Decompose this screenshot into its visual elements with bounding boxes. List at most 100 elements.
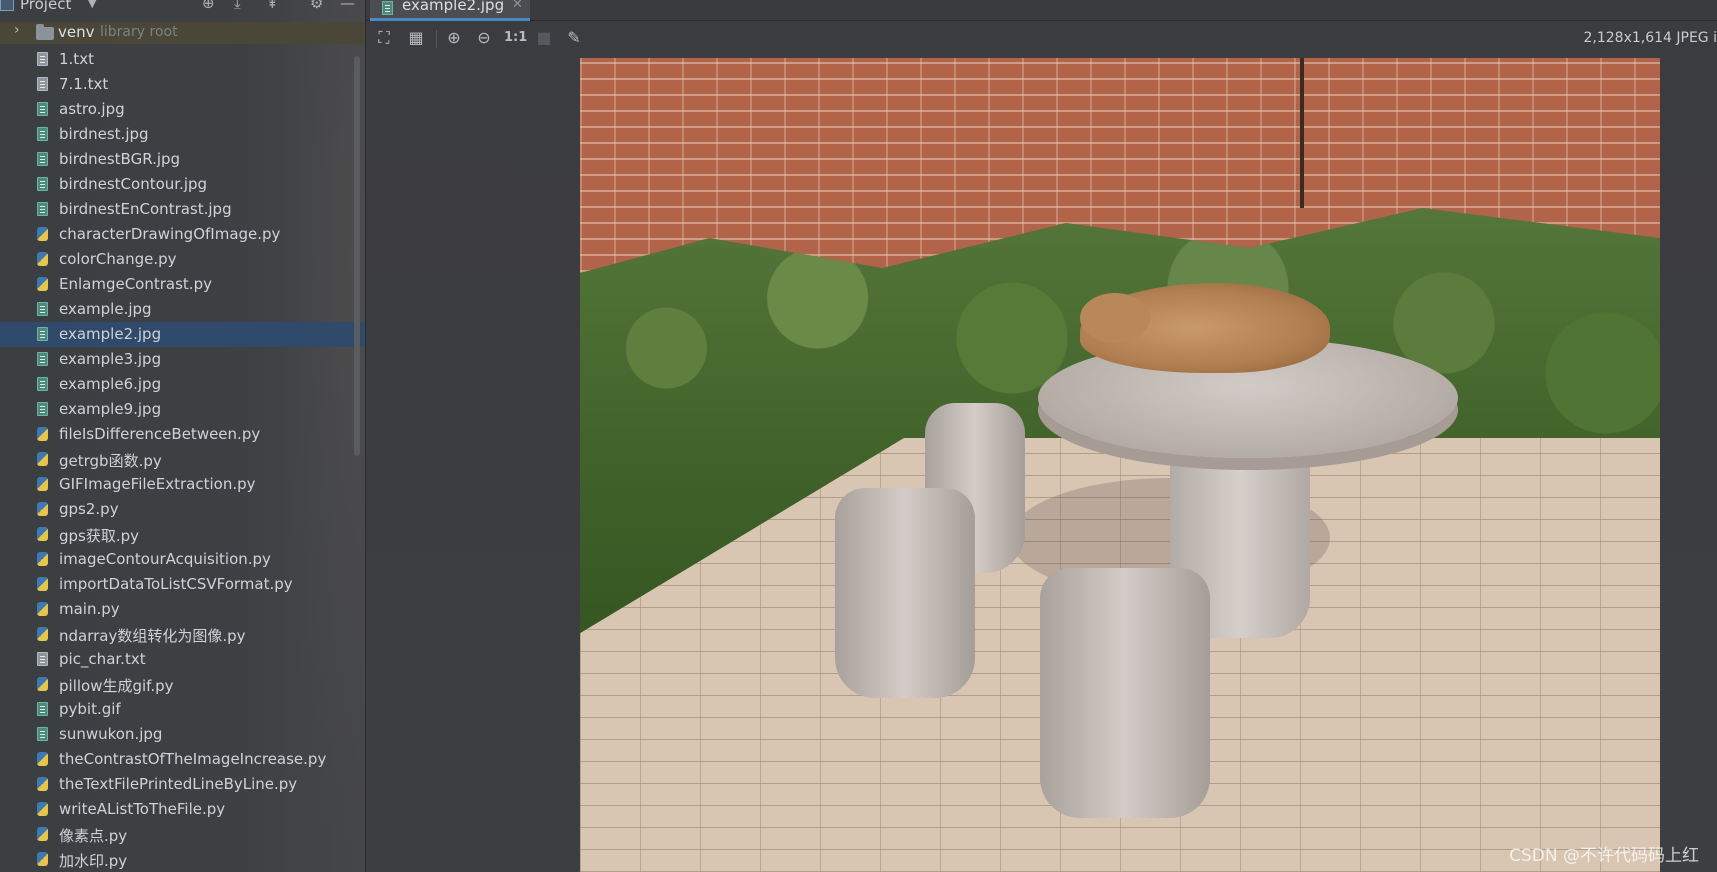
tree-item-file[interactable]: fileIsDifferenceBetween.py xyxy=(0,422,365,447)
image-file-icon xyxy=(37,377,48,391)
tree-item-file[interactable]: characterDrawingOfImage.py xyxy=(0,222,365,247)
file-name: 7.1.txt xyxy=(59,75,109,93)
tree-item-file[interactable]: 7.1.txt xyxy=(0,72,365,97)
tree-item-file[interactable]: main.py xyxy=(0,597,365,622)
file-name: ndarray数组转化为图像.py xyxy=(59,627,246,645)
tree-item-file[interactable]: pic_char.txt xyxy=(0,647,365,672)
locate-icon[interactable]: ⊕ xyxy=(202,0,215,12)
file-name: example2.jpg xyxy=(59,325,162,343)
file-name: importDataToListCSVFormat.py xyxy=(59,575,293,593)
stone-stool xyxy=(835,488,975,698)
image-editor: example2.jpg ✕ ⛶ ▦ ⊕ ⊖ 1:1 ■ ✎ 2,128x1,6… xyxy=(366,0,1717,872)
text-file-icon xyxy=(37,52,48,66)
zoom-out-icon[interactable]: ⊖ xyxy=(474,28,494,48)
tree-item-file[interactable]: colorChange.py xyxy=(0,247,365,272)
close-icon[interactable]: ✕ xyxy=(512,0,523,12)
tree-item-file[interactable]: birdnestContour.jpg xyxy=(0,172,365,197)
expand-all-icon[interactable]: ⤓ xyxy=(234,0,241,12)
image-info: 2,128x1,614 JPEG i xyxy=(1583,30,1717,46)
tree-item-file[interactable]: pillow生成gif.py xyxy=(0,672,365,697)
file-name: theContrastOfTheImageIncrease.py xyxy=(59,750,327,768)
python-file-icon xyxy=(37,852,48,866)
tree-item-file[interactable]: example2.jpg xyxy=(0,322,365,347)
python-file-icon xyxy=(37,552,48,566)
toolbar-separator xyxy=(436,30,437,48)
tree-item-file[interactable]: birdnest.jpg xyxy=(0,122,365,147)
file-name: gps2.py xyxy=(59,500,119,518)
chevron-right-icon[interactable]: › xyxy=(14,22,20,38)
tree-item-file[interactable]: birdnestEnContrast.jpg xyxy=(0,197,365,222)
tree-item-file[interactable]: getrgb函数.py xyxy=(0,447,365,472)
color-picker-icon[interactable]: ✎ xyxy=(564,28,584,48)
tree-item-file[interactable]: example.jpg xyxy=(0,297,365,322)
image-file-icon xyxy=(37,402,48,416)
image-file-icon xyxy=(382,1,393,15)
tree-item-file[interactable]: theContrastOfTheImageIncrease.py xyxy=(0,747,365,772)
tree-item-file[interactable]: 加水印.py xyxy=(0,847,365,872)
tab-bar: example2.jpg ✕ xyxy=(366,0,1717,21)
actual-size-button[interactable]: 1:1 xyxy=(504,28,527,48)
dog-head xyxy=(1080,293,1150,343)
file-name: GIFImageFileExtraction.py xyxy=(59,475,256,493)
project-icon xyxy=(0,0,14,11)
image-preview[interactable] xyxy=(580,58,1660,872)
file-name: pillow生成gif.py xyxy=(59,677,174,695)
tree-item-file[interactable]: imageContourAcquisition.py xyxy=(0,547,365,572)
gear-icon[interactable]: ⚙ xyxy=(310,0,323,12)
tab-example2[interactable]: example2.jpg ✕ xyxy=(370,0,530,21)
python-file-icon xyxy=(37,827,48,841)
tree-item-file[interactable]: astro.jpg xyxy=(0,97,365,122)
tree-item-file[interactable]: EnlamgeContrast.py xyxy=(0,272,365,297)
image-file-icon xyxy=(37,202,48,216)
file-name: theTextFilePrintedLineByLine.py xyxy=(59,775,298,793)
tree-item-file[interactable]: sunwukon.jpg xyxy=(0,722,365,747)
panel-scrollbar[interactable] xyxy=(354,56,360,456)
file-name: birdnestBGR.jpg xyxy=(59,150,181,168)
tree-item-file[interactable]: 像素点.py xyxy=(0,822,365,847)
python-file-icon xyxy=(37,577,48,591)
file-name: astro.jpg xyxy=(59,100,125,118)
tree-item-file[interactable]: example9.jpg xyxy=(0,397,365,422)
venv-label: venv xyxy=(58,23,95,41)
python-file-icon xyxy=(37,627,48,641)
project-title[interactable]: Project xyxy=(20,0,71,13)
tree-item-file[interactable]: ndarray数组转化为图像.py xyxy=(0,622,365,647)
python-file-icon xyxy=(37,477,48,491)
background-icon[interactable]: ■ xyxy=(534,28,554,48)
tree-item-file[interactable]: 1.txt xyxy=(0,47,365,72)
folder-icon xyxy=(36,24,54,40)
watermark: CSDN @不许代码码上红 xyxy=(1509,846,1699,866)
tree-item-venv[interactable]: › venv library root xyxy=(0,22,365,44)
fit-to-window-icon[interactable]: ⛶ xyxy=(374,28,394,48)
python-file-icon xyxy=(37,277,48,291)
image-file-icon xyxy=(37,327,48,341)
tree-item-file[interactable]: birdnestBGR.jpg xyxy=(0,147,365,172)
tree-item-file[interactable]: writeAListToTheFile.py xyxy=(0,797,365,822)
tree-item-file[interactable]: GIFImageFileExtraction.py xyxy=(0,472,365,497)
file-name: writeAListToTheFile.py xyxy=(59,800,226,818)
python-file-icon xyxy=(37,252,48,266)
python-file-icon xyxy=(37,227,48,241)
file-name: 1.txt xyxy=(59,50,94,68)
tree-item-file[interactable]: theTextFilePrintedLineByLine.py xyxy=(0,772,365,797)
wall-crack xyxy=(1300,58,1304,208)
python-file-icon xyxy=(37,527,48,541)
tree-item-file[interactable]: example6.jpg xyxy=(0,372,365,397)
tree-item-file[interactable]: gps获取.py xyxy=(0,522,365,547)
collapse-all-icon[interactable]: ⇞ xyxy=(266,0,279,12)
tree-item-file[interactable]: gps2.py xyxy=(0,497,365,522)
python-file-icon xyxy=(37,802,48,816)
file-list: 1.txt 7.1.txt astro.jpg birdnest.jpg birdnes… xyxy=(0,47,365,872)
tree-item-file[interactable]: importDataToListCSVFormat.py xyxy=(0,572,365,597)
tree-item-file[interactable]: pybit.gif xyxy=(0,697,365,722)
minimize-icon[interactable]: — xyxy=(340,0,355,12)
file-name: 加水印.py xyxy=(59,852,128,870)
zoom-in-icon[interactable]: ⊕ xyxy=(444,28,464,48)
python-file-icon xyxy=(37,677,48,691)
file-name: EnlamgeContrast.py xyxy=(59,275,212,293)
chevron-down-icon[interactable]: ▼ xyxy=(88,0,96,10)
tree-item-file[interactable]: example3.jpg xyxy=(0,347,365,372)
grid-icon[interactable]: ▦ xyxy=(406,28,426,48)
file-name: birdnestContour.jpg xyxy=(59,175,208,193)
file-name: colorChange.py xyxy=(59,250,177,268)
